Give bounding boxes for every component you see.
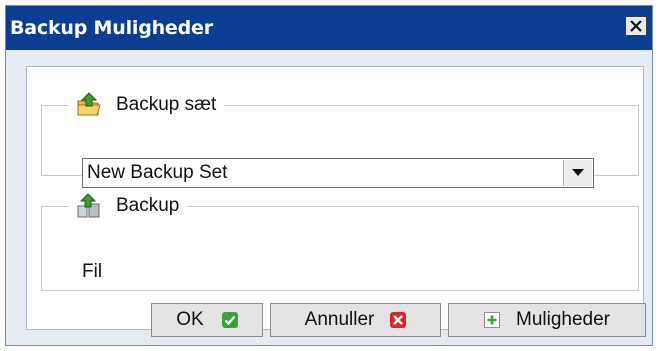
cancel-button-label: Annuller [304,309,375,330]
backup-set-selected-value: New Backup Set [87,162,228,183]
plus-icon [484,312,500,328]
backup-options-dialog: Backup Muligheder Backup sæt New Backup [5,5,653,346]
backup-group: Backup Fil [41,193,639,291]
backup-set-group: Backup sæt New Backup Set [41,92,639,188]
options-button[interactable]: Muligheder [448,303,646,337]
backup-set-select[interactable]: New Backup Set [82,158,594,188]
ok-button-label: OK [176,309,204,330]
dialog-body: Backup sæt New Backup Set Backup Fil [26,66,644,330]
backup-set-label: Backup sæt [116,94,217,115]
backup-upload-icon [76,193,102,219]
backup-legend: Backup [68,193,187,219]
backup-label: Backup [116,195,180,216]
close-button[interactable] [625,16,647,36]
backup-set-legend: Backup sæt [68,92,224,118]
folder-upload-icon [76,92,102,118]
check-icon [221,312,238,328]
options-button-label: Muligheder [516,309,610,330]
cross-icon [390,312,407,328]
dialog-title: Backup Muligheder [10,17,213,39]
cancel-button[interactable]: Annuller [270,303,441,337]
backup-type-value: Fil [82,261,103,282]
ok-button[interactable]: OK [151,303,263,337]
title-bar[interactable]: Backup Muligheder [6,6,652,50]
dropdown-arrow-icon[interactable] [563,160,592,186]
close-icon [629,19,643,33]
